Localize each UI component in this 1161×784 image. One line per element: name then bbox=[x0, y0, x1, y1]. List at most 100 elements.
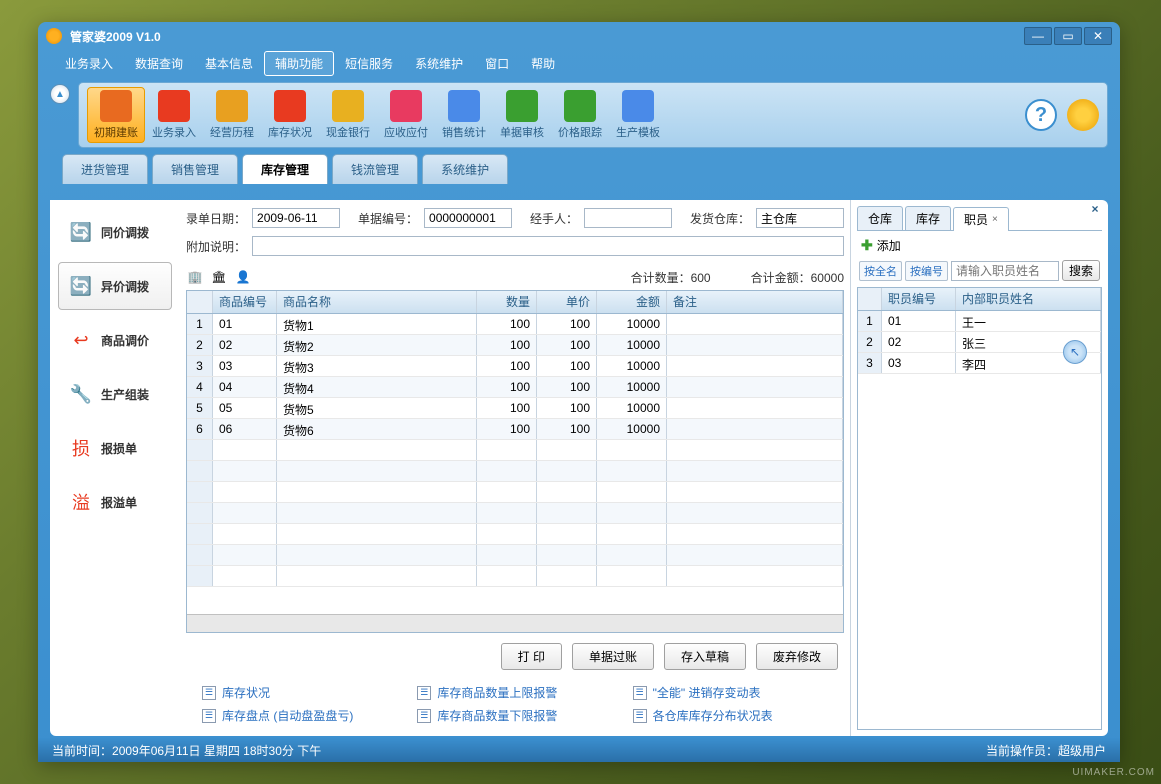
grid-row[interactable] bbox=[187, 482, 843, 503]
tab-close-icon[interactable]: × bbox=[992, 214, 998, 225]
grid-row[interactable]: 101货物110010010000 bbox=[187, 314, 843, 335]
grid-row[interactable] bbox=[187, 461, 843, 482]
toolbtn-3[interactable]: 库存状况 bbox=[261, 87, 319, 143]
quick-link-1[interactable]: ☰库存商品数量上限报警 bbox=[417, 684, 612, 701]
quick-link-3[interactable]: ☰库存盘点 (自动盘盈盘亏) bbox=[202, 707, 397, 724]
grid-col-note[interactable]: 备注 bbox=[667, 291, 843, 313]
grid-col-price[interactable]: 单价 bbox=[537, 291, 597, 313]
quick-link-2[interactable]: ☰"全能" 进销存变动表 bbox=[633, 684, 828, 701]
grid-col-qty[interactable]: 数量 bbox=[477, 291, 537, 313]
menu-6[interactable]: 窗口 bbox=[474, 51, 520, 76]
save-draft-button[interactable]: 存入草稿 bbox=[664, 643, 746, 670]
toolbtn-6[interactable]: 销售统计 bbox=[435, 87, 493, 143]
maximize-button[interactable]: ▭ bbox=[1054, 27, 1082, 45]
grid-col-index[interactable] bbox=[187, 291, 213, 313]
toolbtn-9[interactable]: 生产模板 bbox=[609, 87, 667, 143]
right-panel-close-icon[interactable]: × bbox=[1088, 202, 1102, 216]
toolbtn-2[interactable]: 经营历程 bbox=[203, 87, 261, 143]
grid-row[interactable]: 505货物510010010000 bbox=[187, 398, 843, 419]
grid-col-name[interactable]: 商品名称 bbox=[277, 291, 477, 313]
menu-1[interactable]: 数据查询 bbox=[124, 51, 194, 76]
minimize-button[interactable]: — bbox=[1024, 27, 1052, 45]
staff-search-input[interactable] bbox=[951, 261, 1059, 281]
date-input[interactable] bbox=[252, 208, 340, 228]
building1-icon[interactable]: 🏢 bbox=[186, 268, 204, 286]
docno-label: 单据编号： bbox=[358, 210, 418, 227]
tool-label: 价格跟踪 bbox=[558, 124, 602, 140]
sidebar-item-3[interactable]: 🔧生产组装 bbox=[58, 370, 172, 418]
grid-body[interactable]: 101货物110010010000202货物210010010000303货物3… bbox=[187, 314, 843, 614]
menu-3[interactable]: 辅助功能 bbox=[264, 51, 334, 76]
tool-label: 应收应付 bbox=[384, 124, 428, 140]
staff-col-name[interactable]: 内部职员姓名 bbox=[956, 288, 1101, 310]
grid-col-amt[interactable]: 金额 bbox=[597, 291, 667, 313]
grid-row[interactable]: 606货物610010010000 bbox=[187, 419, 843, 440]
toolbtn-5[interactable]: 应收应付 bbox=[377, 87, 435, 143]
grid-row[interactable]: 404货物410010010000 bbox=[187, 377, 843, 398]
tab-3[interactable]: 钱流管理 bbox=[332, 154, 418, 184]
toolbtn-0[interactable]: 初期建账 bbox=[87, 87, 145, 143]
quick-link-5[interactable]: ☰各仓库库存分布状况表 bbox=[633, 707, 828, 724]
note-input[interactable] bbox=[252, 236, 844, 256]
titlebar[interactable]: 管家婆2009 V1.0 — ▭ ✕ bbox=[38, 22, 1120, 50]
docno-input[interactable] bbox=[424, 208, 512, 228]
building2-icon[interactable]: 🏛 bbox=[210, 268, 228, 286]
by-code-button[interactable]: 按编号 bbox=[905, 261, 948, 281]
post-button[interactable]: 单据过账 bbox=[572, 643, 654, 670]
sidebar-item-4[interactable]: 损报损单 bbox=[58, 424, 172, 472]
person-icon[interactable]: 👤 bbox=[234, 268, 252, 286]
add-row[interactable]: ✚ 添加 bbox=[857, 231, 1102, 260]
by-fullname-button[interactable]: 按全名 bbox=[859, 261, 902, 281]
right-tab-0[interactable]: 仓库 bbox=[857, 206, 903, 230]
tab-2[interactable]: 库存管理 bbox=[242, 154, 328, 184]
close-button[interactable]: ✕ bbox=[1084, 27, 1112, 45]
menu-5[interactable]: 系统维护 bbox=[404, 51, 474, 76]
tab-4[interactable]: 系统维护 bbox=[422, 154, 508, 184]
main-tabstrip: 进货管理销售管理库存管理钱流管理系统维护 bbox=[62, 156, 1108, 184]
search-button[interactable]: 搜索 bbox=[1062, 260, 1100, 281]
sidebar-item-2[interactable]: ↩商品调价 bbox=[58, 316, 172, 364]
grid-row[interactable]: 202货物210010010000 bbox=[187, 335, 843, 356]
handler-input[interactable] bbox=[584, 208, 672, 228]
grid-row[interactable] bbox=[187, 524, 843, 545]
grid-col-code[interactable]: 商品编号 bbox=[213, 291, 277, 313]
window-title: 管家婆2009 V1.0 bbox=[70, 28, 1024, 45]
toolbtn-1[interactable]: 业务录入 bbox=[145, 87, 203, 143]
warehouse-input[interactable] bbox=[756, 208, 844, 228]
right-tab-1[interactable]: 库存 bbox=[905, 206, 951, 230]
items-grid: 商品编号 商品名称 数量 单价 金额 备注 101货物1100100100002… bbox=[186, 290, 844, 633]
staff-row[interactable]: 101王一 bbox=[858, 311, 1101, 332]
sidebar-item-5[interactable]: 溢报溢单 bbox=[58, 478, 172, 526]
grid-row[interactable]: 303货物310010010000 bbox=[187, 356, 843, 377]
menu-2[interactable]: 基本信息 bbox=[194, 51, 264, 76]
quick-link-4[interactable]: ☰库存商品数量下限报警 bbox=[417, 707, 612, 724]
tool-icon bbox=[448, 90, 480, 122]
quick-link-0[interactable]: ☰库存状况 bbox=[202, 684, 397, 701]
discard-button[interactable]: 废弃修改 bbox=[756, 643, 838, 670]
menu-4[interactable]: 短信服务 bbox=[334, 51, 404, 76]
toolbtn-8[interactable]: 价格跟踪 bbox=[551, 87, 609, 143]
tool-label: 库存状况 bbox=[268, 124, 312, 140]
tab-0[interactable]: 进货管理 bbox=[62, 154, 148, 184]
grid-row[interactable] bbox=[187, 503, 843, 524]
toolbtn-7[interactable]: 单据审核 bbox=[493, 87, 551, 143]
grid-row[interactable] bbox=[187, 545, 843, 566]
staff-col-index[interactable] bbox=[858, 288, 882, 310]
grid-row[interactable] bbox=[187, 566, 843, 587]
sidebar-item-0[interactable]: 🔄同价调拨 bbox=[58, 208, 172, 256]
sidebar-item-1[interactable]: 🔄异价调拨 bbox=[58, 262, 172, 310]
menu-0[interactable]: 业务录入 bbox=[54, 51, 124, 76]
plus-icon: ✚ bbox=[861, 237, 873, 254]
globe-icon[interactable] bbox=[1067, 99, 1099, 131]
warehouse-label: 发货仓库： bbox=[690, 210, 750, 227]
menu-7[interactable]: 帮助 bbox=[520, 51, 566, 76]
print-button[interactable]: 打 印 bbox=[501, 643, 562, 670]
toolbtn-4[interactable]: 现金银行 bbox=[319, 87, 377, 143]
grid-row[interactable] bbox=[187, 440, 843, 461]
tab-1[interactable]: 销售管理 bbox=[152, 154, 238, 184]
right-tab-2[interactable]: 职员× bbox=[953, 207, 1009, 231]
help-icon[interactable]: ? bbox=[1025, 99, 1057, 131]
grid-hscrollbar[interactable] bbox=[187, 614, 843, 632]
toolbar-collapse-button[interactable]: ▲ bbox=[50, 84, 70, 104]
staff-col-code[interactable]: 职员编号 bbox=[882, 288, 956, 310]
